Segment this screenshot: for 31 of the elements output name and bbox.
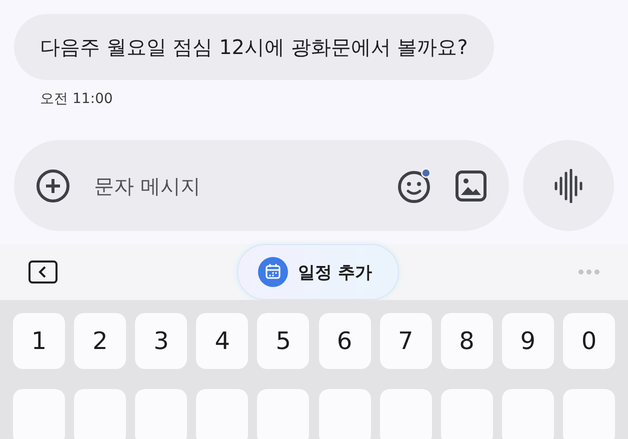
number-key[interactable]: 0 — [562, 313, 615, 369]
letter-key[interactable] — [562, 389, 615, 439]
letter-key[interactable] — [440, 389, 493, 439]
number-key[interactable]: 6 — [318, 313, 371, 369]
calendar-icon — [258, 257, 288, 287]
number-key[interactable]: 1 — [13, 313, 65, 369]
letter-key[interactable] — [380, 389, 432, 439]
letter-key[interactable] — [74, 389, 126, 439]
more-icon[interactable] — [578, 269, 600, 275]
letter-key[interactable] — [502, 389, 554, 439]
message-input[interactable]: 문자 메시지 — [92, 172, 375, 198]
number-key[interactable]: 2 — [74, 313, 126, 369]
back-icon[interactable] — [28, 260, 58, 284]
number-key[interactable]: 7 — [380, 313, 432, 369]
number-key[interactable]: 9 — [502, 313, 554, 369]
number-key[interactable]: 3 — [135, 313, 188, 369]
number-key[interactable]: 8 — [440, 313, 493, 369]
emoji-icon[interactable] — [397, 168, 433, 204]
add-schedule-chip[interactable]: 일정 추가 — [237, 244, 399, 300]
add-icon[interactable] — [36, 168, 70, 202]
number-key[interactable]: 5 — [257, 313, 310, 369]
letter-key[interactable] — [257, 389, 310, 439]
letter-key[interactable] — [13, 389, 65, 439]
message-time: 오전 11:00 — [40, 90, 113, 108]
number-key[interactable]: 4 — [196, 313, 248, 369]
waveform-icon — [554, 168, 584, 202]
message-bubble: 다음주 월요일 점심 12시에 광화문에서 볼까요? — [14, 14, 494, 80]
letter-key[interactable] — [196, 389, 248, 439]
letter-key[interactable] — [135, 389, 188, 439]
letter-key[interactable] — [318, 389, 371, 439]
image-icon[interactable] — [455, 170, 487, 202]
